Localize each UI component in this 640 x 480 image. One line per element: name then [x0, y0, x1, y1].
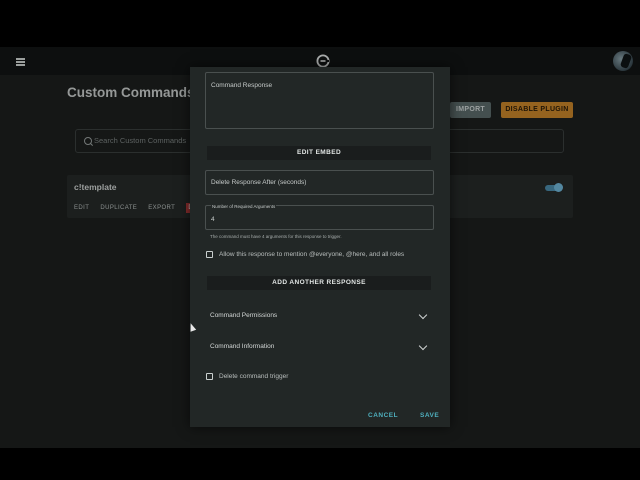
chevron-down-icon: [418, 341, 428, 351]
save-button[interactable]: SAVE: [420, 412, 439, 419]
chevron-down-icon: [418, 310, 428, 320]
required-arguments-field[interactable]: Number of Required Arguments 4: [205, 204, 434, 230]
command-response-label: Command Response: [211, 82, 273, 89]
command-information-accordion[interactable]: Command Information: [205, 335, 434, 359]
required-arguments-label: Number of Required Arguments: [211, 204, 277, 209]
cancel-button[interactable]: CANCEL: [368, 412, 398, 419]
mention-checkbox[interactable]: [206, 251, 213, 258]
required-arguments-value: 4: [211, 216, 215, 223]
letterbox-top: [0, 0, 640, 47]
delete-response-after-field[interactable]: Delete Response After (seconds): [205, 170, 434, 195]
command-response-field[interactable]: Command Response: [205, 72, 434, 129]
delete-response-after-label: Delete Response After (seconds): [211, 179, 307, 186]
add-another-response-button[interactable]: ADD ANOTHER RESPONSE: [207, 276, 431, 290]
mention-checkbox-label: Allow this response to mention @everyone…: [219, 251, 405, 258]
command-information-label: Command Information: [210, 343, 275, 350]
delete-trigger-checkbox[interactable]: [206, 373, 213, 380]
command-permissions-label: Command Permissions: [210, 312, 278, 319]
edit-embed-button[interactable]: EDIT EMBED: [207, 146, 431, 160]
command-permissions-accordion[interactable]: Command Permissions: [205, 304, 434, 328]
app-window: Custom Commands IMPORT DISABLE PLUGIN Se…: [0, 47, 640, 448]
required-arguments-help: The command must have 4 arguments for th…: [210, 234, 342, 239]
delete-trigger-label: Delete command trigger: [219, 373, 289, 380]
letterbox-bottom: [0, 448, 640, 480]
edit-command-modal: Command Response EDIT EMBED Delete Respo…: [190, 67, 450, 427]
